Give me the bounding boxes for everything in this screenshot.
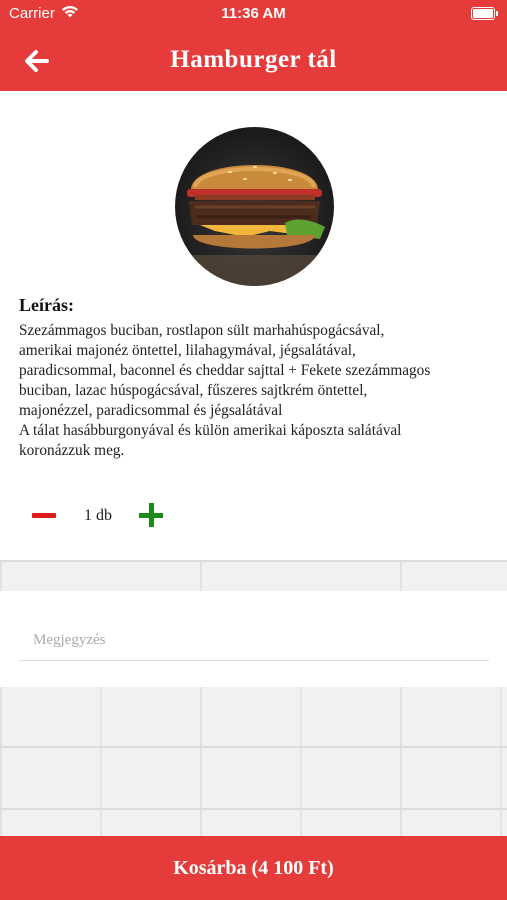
header-bar: Carrier 11:36 AM Hamburger tál	[0, 0, 507, 91]
description-text: Szezámmagos buciban, rostlapon sült marh…	[19, 322, 431, 459]
note-card	[0, 591, 507, 687]
status-bar: Carrier 11:36 AM	[0, 0, 507, 28]
add-to-cart-button[interactable]: Kosárba (4 100 Ft)	[0, 836, 507, 900]
status-time: 11:36 AM	[221, 5, 286, 22]
increase-quantity-button[interactable]	[139, 503, 163, 527]
description-title: Leírás:	[19, 295, 74, 315]
battery-icon	[471, 7, 498, 20]
note-input[interactable]	[19, 621, 489, 661]
hamburger-image	[175, 127, 334, 286]
quantity-stepper: 1 db	[0, 499, 507, 535]
page-title: Hamburger tál	[170, 46, 337, 73]
decrease-quantity-button[interactable]	[32, 513, 56, 518]
product-card: Leírás: Szezámmagos buciban, rostlapon s…	[0, 91, 507, 560]
quantity-value: 1 db	[84, 507, 112, 524]
